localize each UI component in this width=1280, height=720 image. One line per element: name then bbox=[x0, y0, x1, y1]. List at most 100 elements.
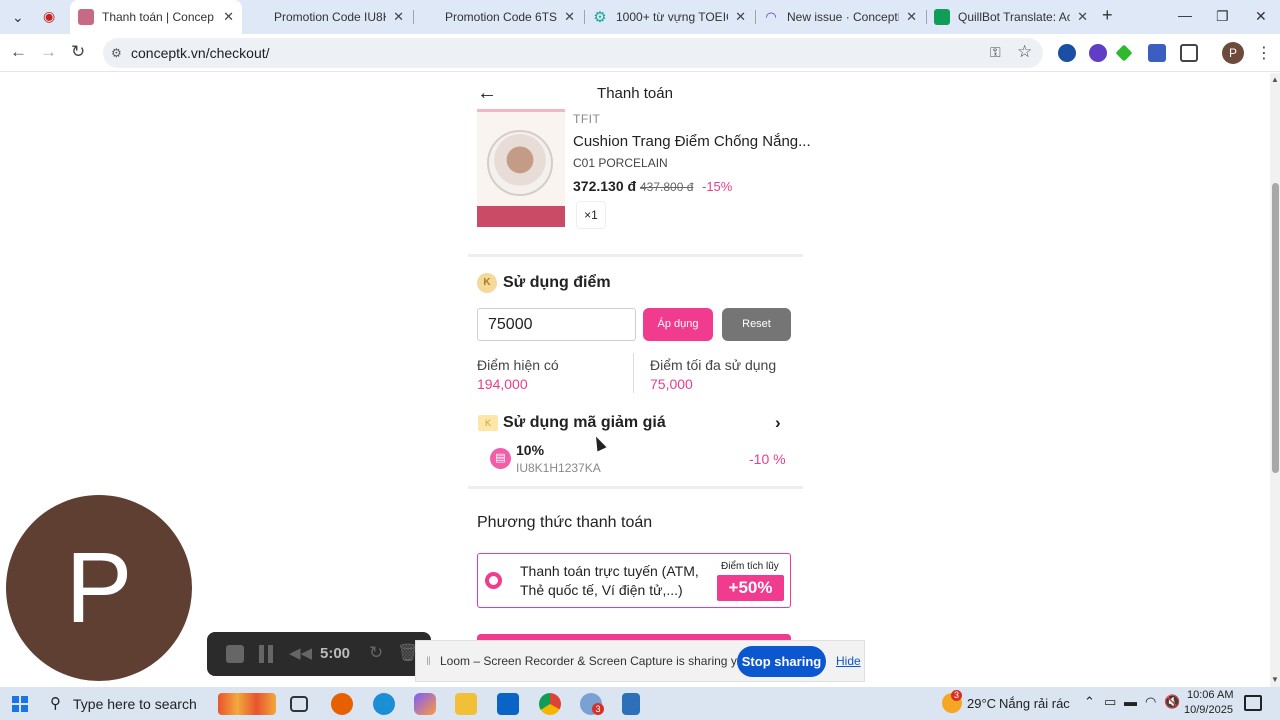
product-price: 372.130 đ bbox=[573, 178, 637, 194]
sheets-favicon-icon bbox=[934, 9, 950, 25]
search-icon[interactable]: ⚲ bbox=[50, 694, 61, 712]
points-divider bbox=[633, 353, 634, 393]
edge-icon[interactable] bbox=[373, 693, 395, 715]
minimize-icon[interactable]: — bbox=[1178, 8, 1192, 22]
back-icon[interactable]: ← bbox=[10, 43, 27, 61]
points-section-title: Sử dụng điểm bbox=[503, 274, 611, 291]
file-explorer-icon[interactable] bbox=[455, 693, 477, 715]
window-close-icon[interactable]: ✕ bbox=[1255, 9, 1267, 23]
volume-icon[interactable]: 🔇 bbox=[1164, 694, 1180, 710]
max-points-label: Điểm tối đa sử dụng bbox=[650, 357, 777, 373]
maximize-icon[interactable]: ❐ bbox=[1216, 9, 1229, 23]
tab-new-issue[interactable]: ◠ New issue · ConceptK · R ✕ bbox=[755, 0, 925, 34]
copilot-icon[interactable] bbox=[414, 693, 436, 715]
clock-date[interactable]: 10/9/2025 bbox=[1184, 704, 1233, 716]
drag-handle-icon[interactable]: ‖ bbox=[426, 654, 431, 668]
rewind-icon[interactable]: ◀◀ bbox=[289, 644, 312, 662]
extension-leaf-icon[interactable] bbox=[1115, 44, 1133, 62]
app-icon-colorful[interactable] bbox=[218, 693, 276, 715]
tab-search-icon[interactable]: ⌄ bbox=[12, 10, 24, 24]
stop-sharing-button[interactable]: Stop sharing bbox=[737, 646, 826, 677]
firefox-icon[interactable] bbox=[331, 693, 353, 715]
chevron-up-icon[interactable]: ⌃ bbox=[1084, 694, 1095, 710]
url-text[interactable]: conceptk.vn/checkout/ bbox=[131, 45, 270, 61]
points-input[interactable] bbox=[477, 308, 636, 341]
tab-quillbot[interactable]: QuillBot Translate: Accura ✕ bbox=[926, 0, 1096, 34]
password-key-icon[interactable]: ⚿ bbox=[990, 44, 1001, 61]
voucher-percent: 10% bbox=[516, 442, 545, 458]
product-name[interactable]: Cushion Trang Điểm Chống Nắng... bbox=[573, 133, 811, 150]
pause-icon[interactable] bbox=[259, 645, 273, 663]
camera-bubble-avatar[interactable]: P bbox=[6, 495, 192, 681]
close-icon[interactable]: ✕ bbox=[735, 10, 746, 24]
tab-promotion-1[interactable]: Promotion Code IU8K1H ✕ bbox=[242, 0, 412, 34]
new-tab-icon[interactable]: + bbox=[1102, 6, 1113, 24]
chevron-right-icon[interactable]: › bbox=[775, 413, 781, 433]
chrome-icon[interactable] bbox=[539, 693, 561, 715]
profile-avatar[interactable]: P bbox=[1222, 42, 1244, 64]
clock-time[interactable]: 10:06 AM bbox=[1187, 689, 1233, 701]
scroll-thumb[interactable] bbox=[1272, 183, 1279, 473]
scroll-down-icon[interactable]: ▼ bbox=[1271, 675, 1279, 684]
back-arrow-icon[interactable]: ← bbox=[477, 82, 497, 105]
taskbar-search[interactable]: Type here to search bbox=[73, 696, 197, 712]
hide-link[interactable]: Hide bbox=[836, 654, 861, 668]
extensions-puzzle-icon[interactable] bbox=[1180, 44, 1198, 62]
extension-loom-icon[interactable] bbox=[1089, 44, 1107, 62]
close-icon[interactable]: ✕ bbox=[223, 10, 234, 24]
calculator-icon[interactable] bbox=[622, 693, 640, 715]
coupon-section-title[interactable]: Sử dụng mã giảm giá bbox=[503, 414, 666, 432]
close-icon[interactable]: ✕ bbox=[564, 10, 575, 24]
more-menu-icon[interactable]: ⋮ bbox=[1256, 43, 1272, 63]
weather-temperature[interactable]: 29°C bbox=[967, 696, 996, 711]
product-image-banner bbox=[477, 206, 565, 227]
close-icon[interactable]: ✕ bbox=[393, 10, 404, 24]
page-title: Thanh toán bbox=[597, 85, 673, 102]
task-view-icon[interactable] bbox=[290, 696, 308, 712]
product-image[interactable] bbox=[477, 109, 565, 227]
notification-center-icon[interactable] bbox=[1244, 695, 1262, 711]
forward-icon[interactable]: → bbox=[40, 43, 57, 61]
scroll-up-icon[interactable]: ▲ bbox=[1271, 75, 1279, 84]
tab-label: Thanh toán | Concept K bbox=[102, 10, 214, 24]
windows-start-icon[interactable] bbox=[12, 696, 28, 712]
browser-toolbar: ← → ↻ ⚙ conceptk.vn/checkout/ ⚿ ☆ P ⋮ bbox=[0, 34, 1280, 72]
coupon-ticket-icon: K bbox=[478, 415, 498, 431]
stop-recording-icon[interactable] bbox=[226, 645, 244, 663]
restart-icon[interactable]: ↻ bbox=[369, 643, 383, 663]
voucher-discount: -10 % bbox=[749, 451, 786, 467]
battery-icon[interactable]: ▬ bbox=[1124, 694, 1137, 709]
windows-taskbar: ⚲ Type here to search 3 3 29°C Nắng rải … bbox=[0, 687, 1280, 720]
product-discount: -15% bbox=[702, 179, 733, 194]
extension-translate-icon[interactable] bbox=[1148, 44, 1166, 62]
loom-record-icon[interactable]: ◉ bbox=[43, 9, 55, 23]
payment-radio[interactable] bbox=[485, 572, 502, 589]
voucher-icon: ▤ bbox=[490, 448, 511, 469]
site-info-icon[interactable]: ⚙ bbox=[111, 46, 122, 60]
outlook-icon[interactable] bbox=[497, 693, 519, 715]
weather-description[interactable]: Nắng rải rác bbox=[999, 696, 1070, 711]
apply-points-button[interactable]: Áp dụng bbox=[643, 308, 713, 341]
address-bar[interactable]: ⚙ conceptk.vn/checkout/ ⚿ ☆ bbox=[103, 38, 1043, 68]
bookmark-star-icon[interactable]: ☆ bbox=[1017, 42, 1032, 62]
close-icon[interactable]: ✕ bbox=[1077, 10, 1088, 24]
tab-toeic[interactable]: ⚙ 1000+ từ vựng TOEIC thô ✕ bbox=[584, 0, 754, 34]
gear-favicon-icon: ⚙ bbox=[593, 9, 607, 26]
close-icon[interactable]: ✕ bbox=[906, 10, 917, 24]
tab-checkout[interactable]: Thanh toán | Concept K ✕ bbox=[70, 0, 242, 34]
tab-promotion-2[interactable]: Promotion Code 6TSMKF ✕ bbox=[413, 0, 583, 34]
product-quantity: ×1 bbox=[576, 201, 606, 229]
extension-globe-icon[interactable] bbox=[1058, 44, 1076, 62]
reload-icon[interactable]: ↻ bbox=[71, 43, 85, 61]
payment-option-online[interactable]: Thanh toán trực tuyến (ATM, Thẻ quốc tế,… bbox=[477, 553, 791, 608]
points-k-icon: K bbox=[477, 273, 497, 293]
current-points-label: Điểm hiện có bbox=[477, 357, 559, 373]
screen-share-notice: ‖ Loom – Screen Recorder & Screen Captur… bbox=[415, 640, 865, 682]
reset-points-button[interactable]: Reset bbox=[722, 308, 791, 341]
page-scrollbar[interactable]: ▲ ▼ bbox=[1270, 73, 1280, 687]
wifi-icon[interactable]: ◠ bbox=[1145, 694, 1156, 710]
section-divider bbox=[468, 254, 803, 257]
page-favicon bbox=[250, 9, 266, 25]
concept-k-favicon bbox=[78, 9, 94, 25]
meet-now-icon[interactable]: ▭ bbox=[1104, 694, 1116, 710]
